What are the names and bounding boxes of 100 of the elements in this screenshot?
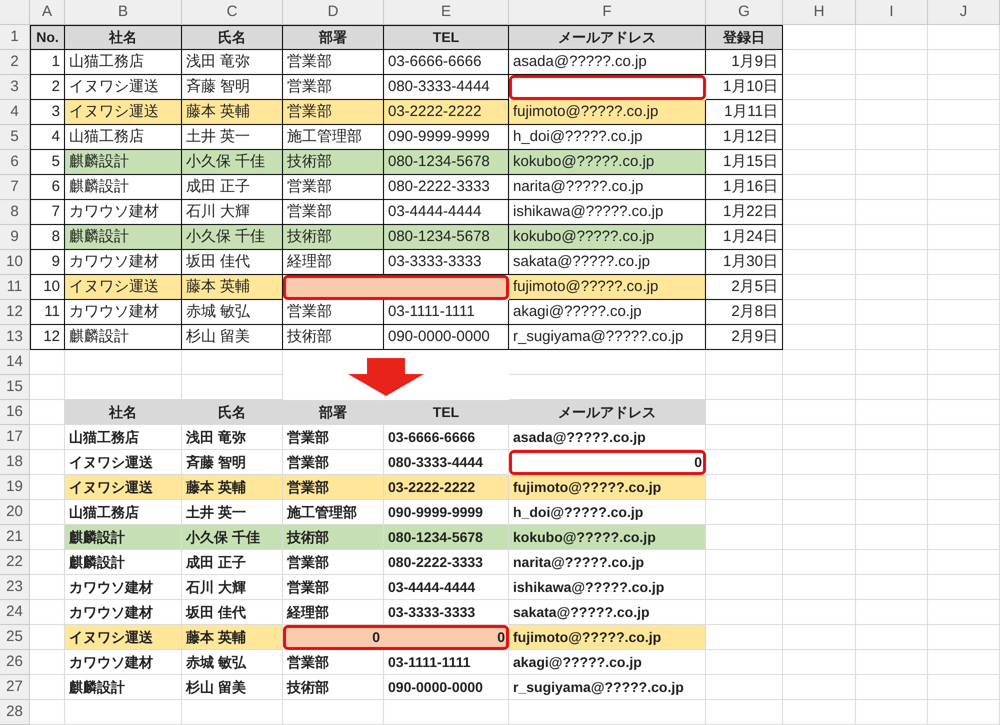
empty-cell[interactable]: [856, 25, 928, 50]
row-number[interactable]: 14: [0, 350, 30, 375]
row-number[interactable]: 24: [0, 600, 30, 625]
empty-cell[interactable]: [928, 100, 1000, 125]
row-number[interactable]: 2: [0, 50, 30, 75]
row-number[interactable]: 20: [0, 500, 30, 525]
empty-cell[interactable]: [783, 500, 856, 525]
row-number[interactable]: 28: [0, 700, 30, 725]
empty-cell[interactable]: [783, 350, 856, 375]
empty-cell[interactable]: [856, 575, 928, 600]
row-number[interactable]: 11: [0, 275, 30, 300]
row-number[interactable]: 6: [0, 150, 30, 175]
empty-cell[interactable]: [65, 350, 182, 375]
empty-cell[interactable]: [783, 150, 856, 175]
row-number[interactable]: 3: [0, 75, 30, 100]
empty-cell[interactable]: [928, 325, 1000, 350]
row-number[interactable]: 1: [0, 25, 30, 50]
empty-cell[interactable]: [928, 600, 1000, 625]
empty-cell[interactable]: [783, 325, 856, 350]
empty-cell[interactable]: [856, 250, 928, 275]
empty-cell[interactable]: [783, 100, 856, 125]
empty-cell[interactable]: [856, 275, 928, 300]
empty-cell[interactable]: [928, 350, 1000, 375]
empty-cell[interactable]: [783, 575, 856, 600]
row-number[interactable]: 8: [0, 200, 30, 225]
empty-cell[interactable]: [182, 350, 283, 375]
row-number[interactable]: 16: [0, 400, 30, 425]
empty-cell[interactable]: [783, 475, 856, 500]
empty-cell[interactable]: [783, 375, 856, 400]
empty-cell[interactable]: [856, 175, 928, 200]
empty-cell[interactable]: [509, 350, 706, 375]
empty-cell[interactable]: [856, 475, 928, 500]
empty-cell[interactable]: [928, 550, 1000, 575]
empty-cell[interactable]: [706, 700, 783, 725]
empty-cell[interactable]: [928, 675, 1000, 700]
empty-cell[interactable]: [928, 650, 1000, 675]
empty-cell[interactable]: [856, 450, 928, 475]
empty-cell[interactable]: [928, 375, 1000, 400]
empty-cell[interactable]: [706, 375, 783, 400]
empty-cell[interactable]: [856, 425, 928, 450]
empty-cell[interactable]: [783, 400, 856, 425]
empty-cell[interactable]: [783, 250, 856, 275]
empty-cell[interactable]: [706, 350, 783, 375]
empty-cell[interactable]: [856, 125, 928, 150]
empty-cell[interactable]: [928, 175, 1000, 200]
row-number[interactable]: 19: [0, 475, 30, 500]
empty-cell[interactable]: [928, 50, 1000, 75]
empty-cell[interactable]: [783, 175, 856, 200]
empty-cell[interactable]: [856, 525, 928, 550]
empty-cell[interactable]: [928, 250, 1000, 275]
row-number[interactable]: 15: [0, 375, 30, 400]
empty-cell[interactable]: [856, 100, 928, 125]
row-number[interactable]: 22: [0, 550, 30, 575]
empty-cell[interactable]: [928, 275, 1000, 300]
row-number[interactable]: 4: [0, 100, 30, 125]
empty-cell[interactable]: [783, 675, 856, 700]
empty-cell[interactable]: [65, 700, 182, 725]
empty-cell[interactable]: [856, 75, 928, 100]
empty-cell[interactable]: [928, 525, 1000, 550]
empty-cell[interactable]: [783, 425, 856, 450]
empty-cell[interactable]: [182, 700, 283, 725]
empty-cell[interactable]: [856, 225, 928, 250]
empty-cell[interactable]: [928, 475, 1000, 500]
empty-cell[interactable]: [856, 550, 928, 575]
empty-cell[interactable]: [856, 400, 928, 425]
empty-cell[interactable]: [783, 600, 856, 625]
row-number[interactable]: 12: [0, 300, 30, 325]
empty-cell[interactable]: [856, 150, 928, 175]
empty-cell[interactable]: [384, 700, 509, 725]
row-number[interactable]: 21: [0, 525, 30, 550]
row-number[interactable]: 17: [0, 425, 30, 450]
empty-cell[interactable]: [928, 75, 1000, 100]
empty-cell[interactable]: [856, 325, 928, 350]
empty-cell[interactable]: [783, 75, 856, 100]
column-letter[interactable]: J: [928, 0, 1000, 25]
empty-cell[interactable]: [928, 25, 1000, 50]
empty-cell[interactable]: [783, 625, 856, 650]
empty-cell[interactable]: [928, 500, 1000, 525]
empty-cell[interactable]: [928, 150, 1000, 175]
empty-cell[interactable]: [928, 125, 1000, 150]
empty-cell[interactable]: [928, 450, 1000, 475]
empty-cell[interactable]: [783, 650, 856, 675]
row-number[interactable]: 26: [0, 650, 30, 675]
empty-cell[interactable]: [783, 300, 856, 325]
empty-cell[interactable]: [856, 200, 928, 225]
row-number[interactable]: 18: [0, 450, 30, 475]
row-number[interactable]: 5: [0, 125, 30, 150]
row-number[interactable]: 27: [0, 675, 30, 700]
empty-cell[interactable]: [856, 375, 928, 400]
row-number[interactable]: 13: [0, 325, 30, 350]
empty-cell[interactable]: [783, 550, 856, 575]
empty-cell[interactable]: [783, 225, 856, 250]
column-letter[interactable]: H: [783, 0, 856, 25]
empty-cell[interactable]: [856, 675, 928, 700]
empty-cell[interactable]: [928, 225, 1000, 250]
empty-cell[interactable]: [928, 700, 1000, 725]
empty-cell[interactable]: [783, 450, 856, 475]
empty-cell[interactable]: [783, 50, 856, 75]
empty-cell[interactable]: [928, 625, 1000, 650]
empty-cell[interactable]: [856, 50, 928, 75]
